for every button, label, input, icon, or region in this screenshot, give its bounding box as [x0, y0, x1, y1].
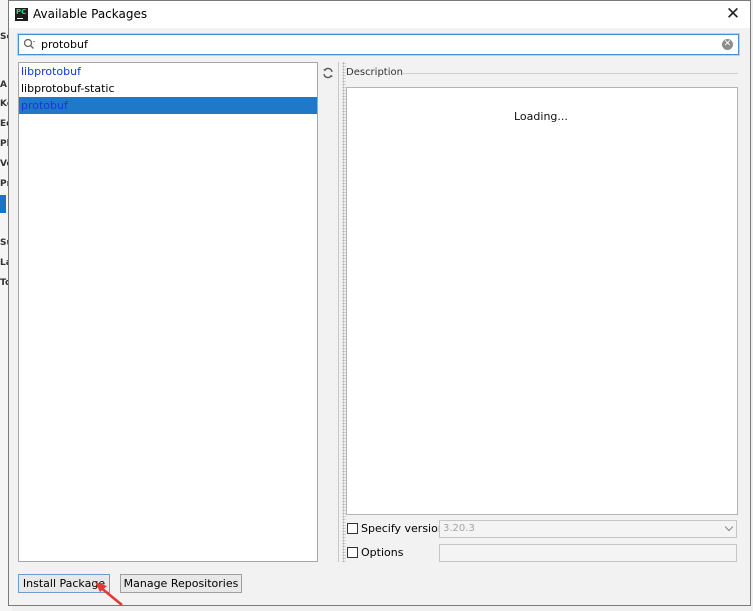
version-value: 3.20.3 [443, 523, 475, 534]
close-icon: ✕ [725, 4, 741, 24]
loading-text: Loading... [514, 110, 568, 123]
clear-search-icon[interactable]: ✕ [722, 39, 733, 50]
close-button[interactable]: ✕ [722, 4, 744, 24]
background-selection [0, 195, 6, 213]
title-bar[interactable]: PC Available Packages ✕ [9, 1, 750, 28]
version-select: 3.20.3 [439, 520, 737, 538]
refresh-icon[interactable] [322, 67, 334, 79]
list-item-selected[interactable]: protobuf [19, 97, 317, 114]
specify-version-label[interactable]: Specify version [361, 522, 445, 535]
list-item[interactable]: libprotobuf [19, 63, 317, 80]
description-label: Description [346, 67, 403, 78]
options-checkbox[interactable] [347, 547, 358, 558]
annotation-arrow-icon [95, 582, 123, 607]
manage-repositories-label: Manage Repositories [123, 577, 239, 590]
search-icon[interactable] [23, 38, 36, 51]
divider [403, 73, 738, 74]
available-packages-dialog: PC Available Packages ✕ ✕ libprotobuf li… [8, 0, 751, 606]
package-search-field[interactable]: ✕ [18, 34, 739, 55]
options-label[interactable]: Options [361, 546, 403, 559]
manage-repositories-button[interactable]: Manage Repositories [120, 574, 242, 593]
chevron-down-icon [724, 522, 734, 532]
window-title: Available Packages [33, 7, 148, 21]
description-panel: Loading... [346, 87, 738, 515]
search-input[interactable] [41, 35, 701, 54]
list-toolbar [318, 62, 339, 562]
specify-version-checkbox[interactable] [347, 523, 358, 534]
options-field [439, 544, 737, 562]
pycharm-logo-icon: PC [15, 8, 28, 21]
list-item[interactable]: libprotobuf-static [19, 80, 317, 97]
package-list[interactable]: libprotobuf libprotobuf-static protobuf [18, 62, 318, 562]
